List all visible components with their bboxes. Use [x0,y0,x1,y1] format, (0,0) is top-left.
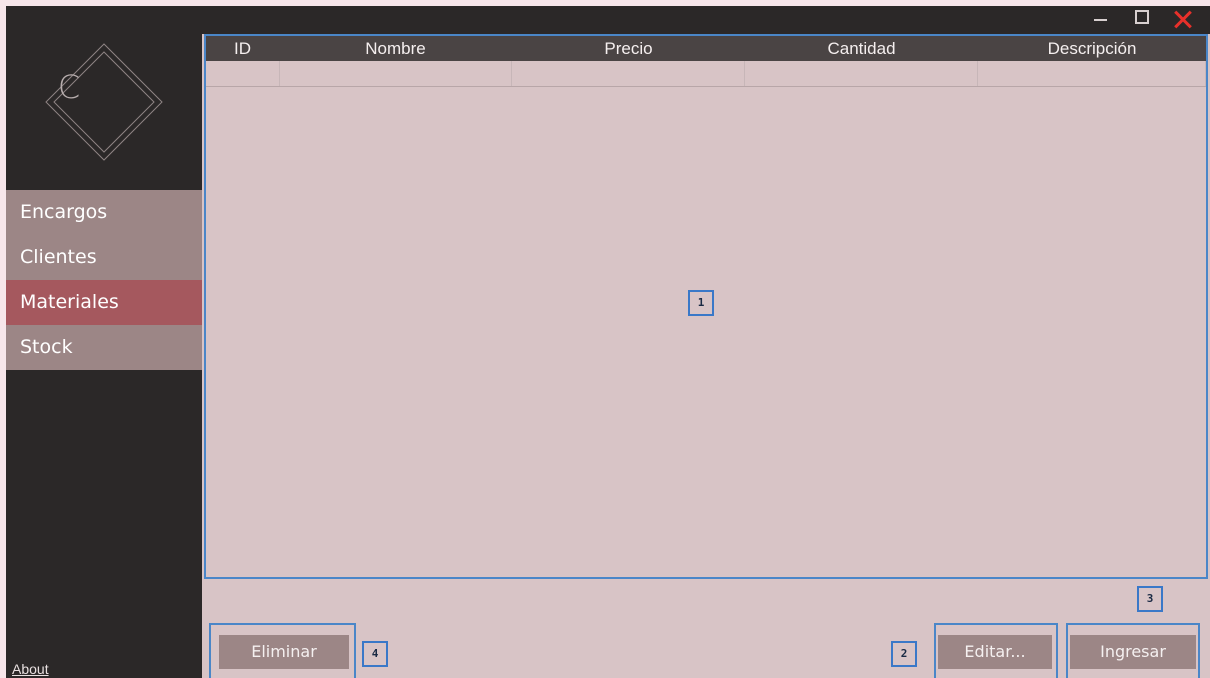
annotation-marker-1: 1 [688,290,714,316]
about-link[interactable]: About [12,661,49,677]
edit-button[interactable]: Editar... [938,635,1052,669]
column-header-id[interactable]: ID [206,36,279,61]
column-header-precio[interactable]: Precio [512,36,745,61]
annotation-marker-2: 2 [891,641,917,667]
delete-button[interactable]: Eliminar [219,635,349,669]
table-cell[interactable] [745,61,979,86]
title-bar [6,6,1210,34]
table-cell[interactable] [512,61,746,86]
table-cell[interactable] [280,61,513,86]
column-header-nombre[interactable]: Nombre [279,36,512,61]
table-cell[interactable] [206,61,280,86]
column-header-descripcion[interactable]: Descripción [978,36,1206,61]
nav-item-materiales[interactable]: Materiales [6,280,202,325]
minimize-icon[interactable] [1086,6,1116,34]
close-icon[interactable] [1168,6,1198,34]
nav-item-clientes[interactable]: Clientes [6,235,202,280]
app-window: C Encargos Clientes Materiales Stock Abo… [6,6,1210,678]
annotation-marker-3: 3 [1137,586,1163,612]
nav-item-stock[interactable]: Stock [6,325,202,370]
maximize-icon[interactable] [1126,6,1156,34]
sidebar: C Encargos Clientes Materiales Stock Abo… [6,34,202,678]
column-header-cantidad[interactable]: Cantidad [745,36,978,61]
table-row-empty[interactable] [206,61,1206,87]
nav-item-encargos[interactable]: Encargos [6,190,202,235]
nav-menu: Encargos Clientes Materiales Stock [6,190,202,370]
table-cell[interactable] [978,61,1206,86]
insert-button[interactable]: Ingresar [1070,635,1196,669]
table-header: ID Nombre Precio Cantidad Descripción [206,36,1206,61]
annotation-marker-4: 4 [362,641,388,667]
logo-letter: C [57,68,81,106]
